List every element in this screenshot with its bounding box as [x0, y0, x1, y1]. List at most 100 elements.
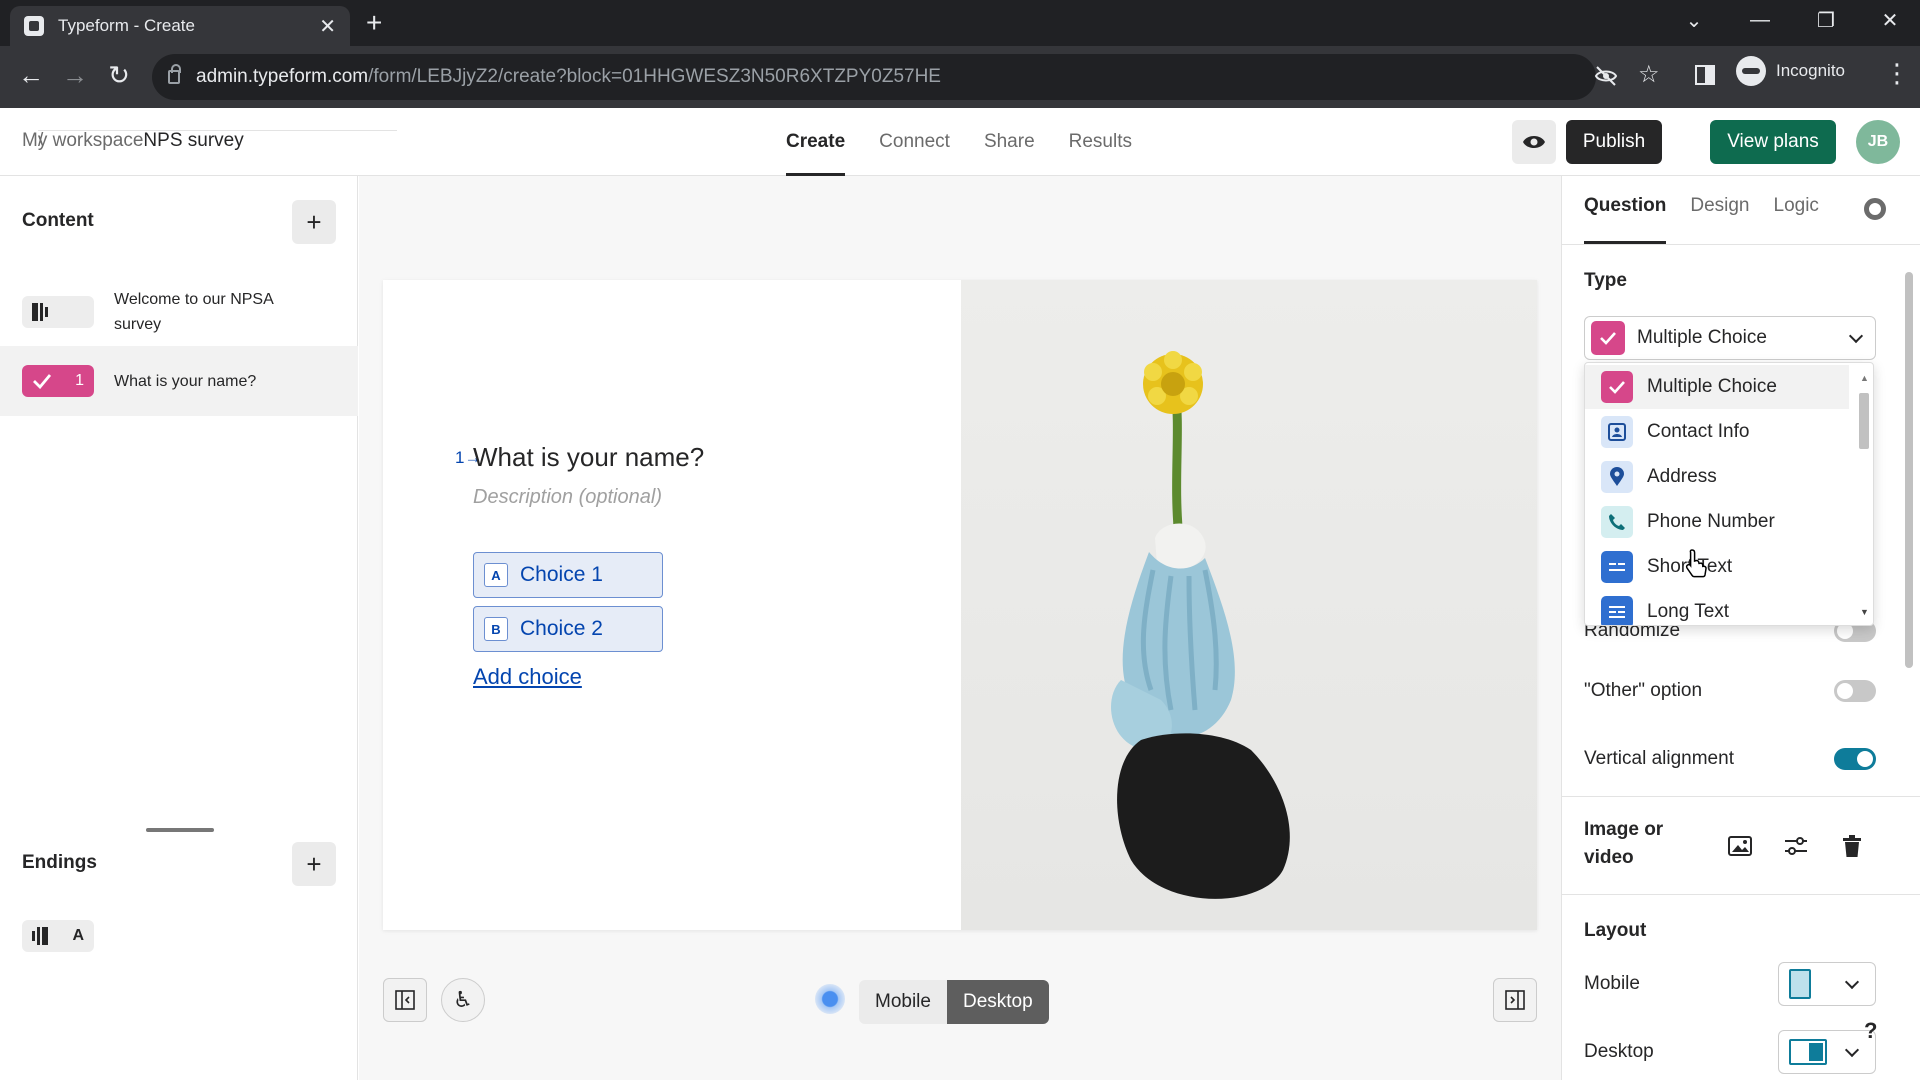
add-image-icon[interactable] — [1726, 832, 1754, 860]
scroll-down-arrow-icon[interactable]: ▼ — [1860, 607, 1869, 617]
endings-title: Endings — [22, 852, 97, 873]
view-plans-button[interactable]: View plans — [1710, 120, 1836, 164]
reload-icon[interactable]: ↻ — [102, 60, 136, 91]
content-item-welcome[interactable]: Welcome to our NPSA survey — [0, 280, 358, 344]
divider — [1562, 894, 1920, 895]
toggle-left-panel-button[interactable] — [383, 978, 427, 1022]
other-option-toggle[interactable] — [1834, 680, 1876, 702]
type-option-phone-number[interactable]: Phone Number — [1585, 500, 1849, 544]
close-tab-icon[interactable]: ✕ — [319, 14, 336, 39]
settings-tabs: Question Design Logic — [1584, 176, 1843, 244]
restore-icon[interactable]: ❐ — [1796, 0, 1856, 40]
desktop-layout-preview-icon — [1789, 1039, 1827, 1065]
chevron-down-icon — [1844, 974, 1860, 990]
url-field[interactable]: admin.typeform.com /form/LEBJjyZ2/create… — [152, 54, 1596, 100]
question-title-input[interactable]: What is your name? — [473, 442, 704, 473]
toggle-right-panel-button[interactable] — [1493, 978, 1537, 1022]
forward-icon[interactable]: → — [58, 60, 92, 91]
tab-design[interactable]: Design — [1690, 176, 1749, 244]
browser-tab-title: Typeform - Create — [58, 16, 195, 35]
other-option-row: "Other" option — [1584, 676, 1876, 706]
tab-connect[interactable]: Connect — [879, 108, 950, 176]
app-header: My workspace / NPS survey Create Connect S… — [0, 108, 1920, 176]
eye-off-icon[interactable] — [1594, 64, 1618, 88]
type-option-short-text[interactable]: Short Text — [1585, 545, 1849, 589]
new-tab-icon[interactable]: + — [366, 8, 382, 38]
description-input[interactable]: Description (optional) — [473, 486, 662, 509]
mobile-view-button[interactable]: Mobile — [859, 980, 947, 1024]
side-panel-icon[interactable] — [1694, 64, 1716, 86]
avatar[interactable]: JB — [1856, 120, 1900, 164]
short-text-icon — [1601, 551, 1633, 583]
mobile-layout-select[interactable] — [1778, 962, 1876, 1006]
add-choice-link[interactable]: Add choice — [473, 664, 582, 690]
chevron-down-icon — [1848, 328, 1864, 344]
settings-scroll-thumb[interactable] — [1905, 272, 1913, 668]
gear-icon[interactable] — [1864, 198, 1886, 220]
tab-search-chevron-icon[interactable]: ⌄ — [1664, 0, 1724, 40]
divider — [1562, 244, 1920, 245]
checkmark-icon — [1601, 371, 1633, 403]
breadcrumb-form-name[interactable]: NPS survey — [143, 130, 243, 151]
vertical-alignment-toggle[interactable] — [1834, 748, 1876, 770]
welcome-screen-icon — [32, 303, 48, 321]
content-title: Content — [22, 210, 94, 231]
preview-button[interactable] — [1512, 120, 1556, 164]
dropdown-scroll-thumb[interactable] — [1859, 393, 1869, 449]
tab-logic[interactable]: Logic — [1774, 176, 1819, 244]
vertical-alignment-label: Vertical alignment — [1584, 748, 1734, 769]
accessibility-button[interactable]: ♿ — [441, 978, 485, 1022]
checkmark-icon — [1591, 321, 1625, 355]
scroll-up-arrow-icon[interactable]: ▲ — [1860, 373, 1869, 383]
breadcrumb-separator: / — [38, 130, 397, 151]
browser-tab[interactable]: Typeform - Create ✕ — [10, 6, 350, 46]
question-type-select[interactable]: Multiple Choice — [1584, 316, 1876, 360]
desktop-layout-select[interactable] — [1778, 1030, 1876, 1074]
choice-key: B — [484, 617, 508, 641]
settings-scrollbar[interactable] — [1902, 252, 1916, 1072]
tab-share[interactable]: Share — [984, 108, 1035, 176]
back-icon[interactable]: ← — [14, 60, 48, 91]
type-label: Type — [1584, 270, 1627, 291]
divider — [1562, 796, 1920, 797]
tab-question[interactable]: Question — [1584, 176, 1667, 244]
ending-item-a[interactable]: A — [0, 910, 358, 962]
plus-icon: + — [306, 206, 322, 237]
publish-button[interactable]: Publish — [1566, 120, 1662, 164]
image-or-video-label: Image or video — [1584, 819, 1664, 868]
type-option-long-text[interactable]: Long Text — [1585, 590, 1849, 625]
bookmark-star-icon[interactable]: ☆ — [1638, 60, 1660, 89]
type-option-multiple-choice[interactable]: Multiple Choice — [1585, 365, 1849, 409]
close-window-icon[interactable]: ✕ — [1860, 0, 1920, 40]
content-item-label: Welcome to our NPSA survey — [114, 291, 273, 333]
browser-menu-icon[interactable]: ⋮ — [1884, 58, 1910, 89]
question-number: 1 — [75, 372, 84, 389]
desktop-view-button[interactable]: Desktop — [946, 980, 1049, 1024]
type-option-address[interactable]: Address — [1585, 455, 1849, 499]
help-button[interactable]: ? — [1864, 1018, 1877, 1044]
location-pin-icon — [1601, 461, 1633, 493]
incognito-indicator[interactable]: Incognito — [1736, 56, 1845, 86]
breadcrumb: My workspace / NPS survey — [22, 130, 397, 152]
add-ending-button[interactable]: + — [292, 842, 336, 886]
choice-label: Choice 1 — [520, 563, 603, 586]
main-nav-tabs: Create Connect Share Results — [786, 108, 1166, 176]
add-content-button[interactable]: + — [292, 200, 336, 244]
content-panel: Content + Welcome to our NPSA survey 1 W… — [0, 176, 358, 1080]
choice-b[interactable]: B Choice 2 — [473, 606, 663, 652]
trash-icon[interactable] — [1838, 832, 1866, 860]
question-type-value: Multiple Choice — [1637, 327, 1767, 348]
incognito-icon — [1736, 56, 1766, 86]
panel-resize-handle[interactable] — [146, 828, 214, 832]
dropdown-scrollbar[interactable]: ▲ ▼ — [1857, 373, 1871, 617]
image-settings-sliders-icon[interactable] — [1782, 832, 1810, 860]
minimize-icon[interactable]: — — [1730, 0, 1790, 40]
hotspot-pulse-icon[interactable] — [815, 984, 845, 1014]
content-item-question-1[interactable]: 1 What is your name? — [0, 346, 358, 416]
tab-create[interactable]: Create — [786, 108, 846, 176]
mobile-layout-preview-icon — [1789, 969, 1811, 999]
question-image[interactable] — [961, 280, 1537, 930]
choice-a[interactable]: A Choice 1 — [473, 552, 663, 598]
type-option-contact-info[interactable]: Contact Info — [1585, 410, 1849, 454]
tab-results[interactable]: Results — [1069, 108, 1132, 176]
